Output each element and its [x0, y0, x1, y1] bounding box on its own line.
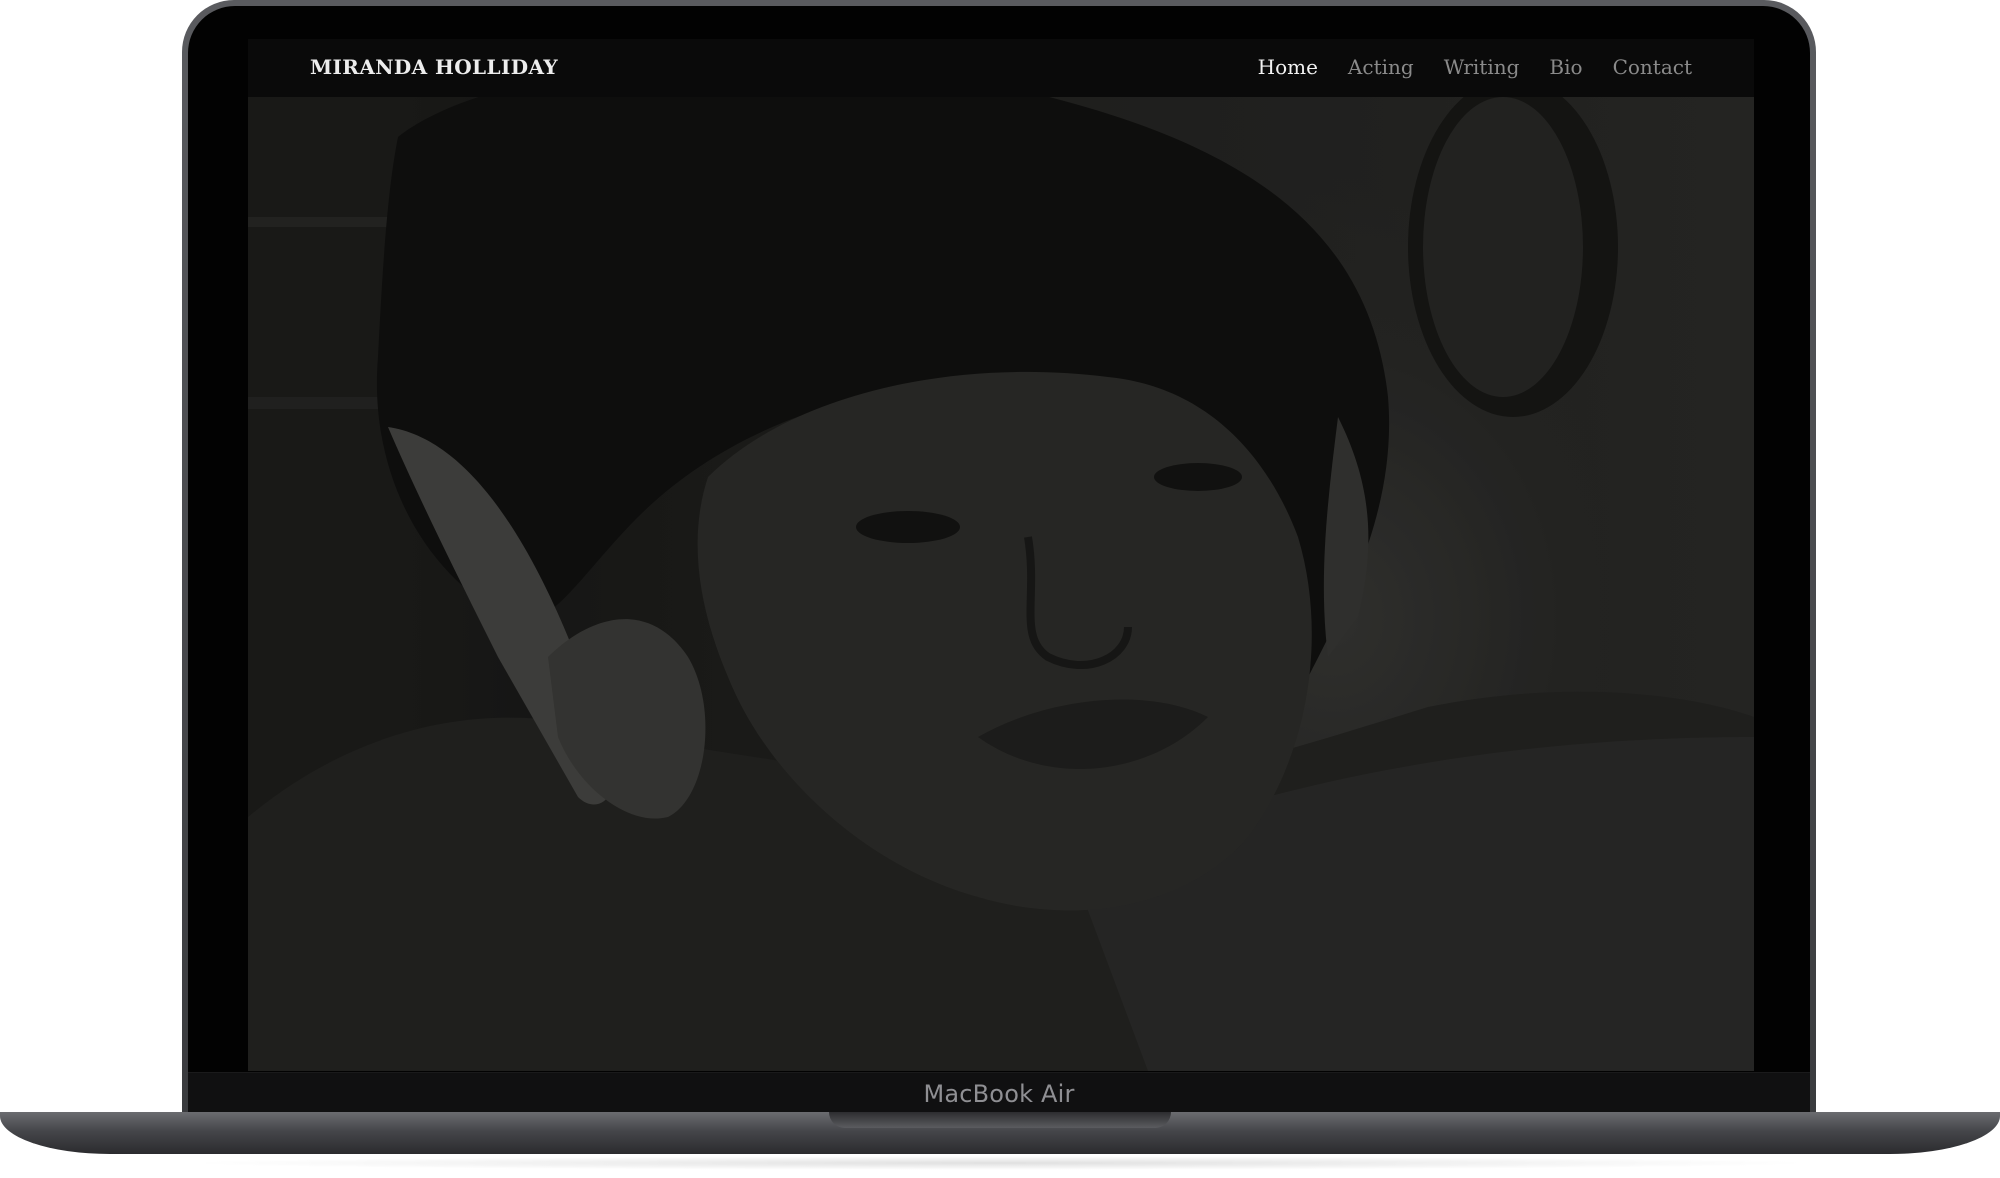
laptop-hinge-notch: [829, 1112, 1171, 1128]
laptop-shadow: [180, 1156, 1820, 1170]
bottom-bezel-wrap: MacBook Air: [188, 1072, 1810, 1114]
browser-viewport: MIRANDA HOLLIDAY Home Acting Writing Bio…: [248, 39, 1754, 1071]
bottom-bezel: MacBook Air: [188, 1072, 1810, 1114]
laptop-mockup: MIRANDA HOLLIDAY Home Acting Writing Bio…: [0, 0, 2000, 1178]
nav-link-writing[interactable]: Writing: [1444, 55, 1520, 79]
nav-link-home[interactable]: Home: [1258, 55, 1318, 79]
site-logo[interactable]: MIRANDA HOLLIDAY: [310, 55, 558, 79]
model-label: MacBook Air: [923, 1080, 1075, 1108]
nav-link-contact[interactable]: Contact: [1613, 55, 1692, 79]
site-header: MIRANDA HOLLIDAY Home Acting Writing Bio…: [248, 39, 1754, 97]
nav-link-bio[interactable]: Bio: [1549, 55, 1582, 79]
main-nav: Home Acting Writing Bio Contact: [1258, 55, 1692, 79]
hero-portrait: [248, 97, 1754, 1071]
nav-link-acting[interactable]: Acting: [1348, 55, 1414, 79]
hero-dim-overlay: [248, 97, 1754, 1071]
